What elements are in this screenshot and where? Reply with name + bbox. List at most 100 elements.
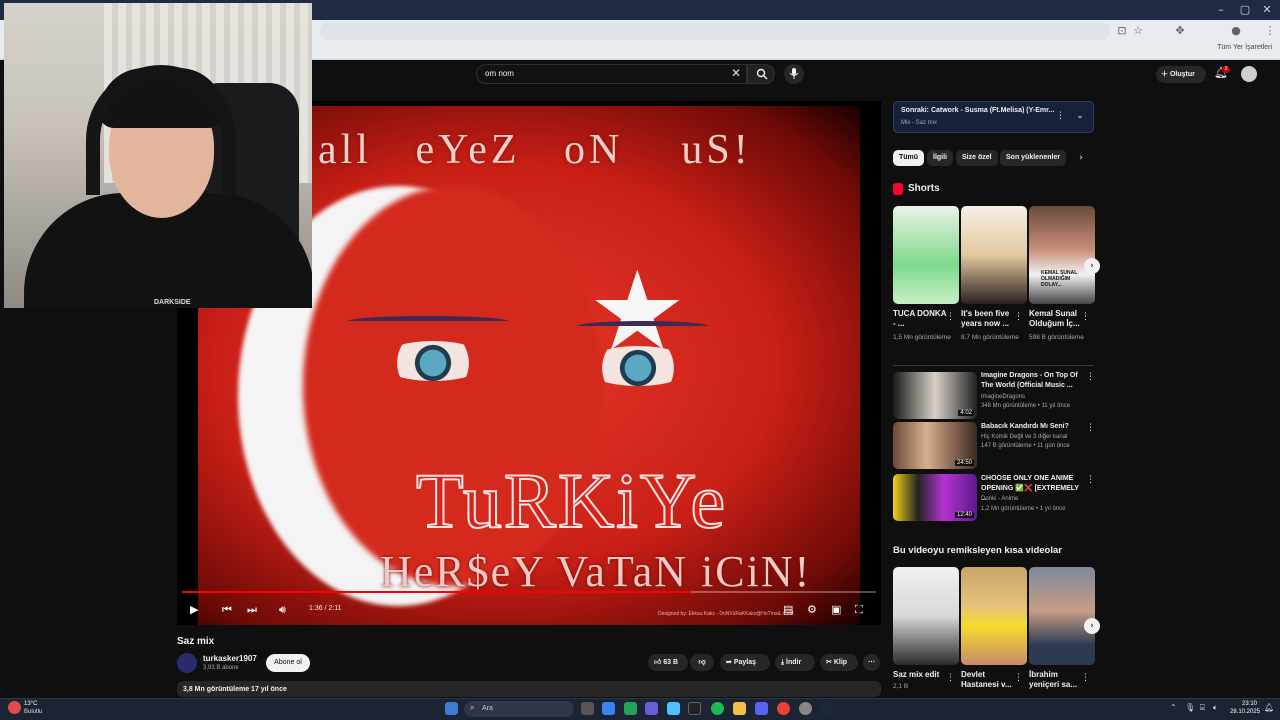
download-button[interactable]: ⤓ İndir: [775, 654, 815, 671]
shorts-next-arrow-icon[interactable]: ›: [1084, 258, 1100, 274]
video-thumbnail[interactable]: 24:50: [893, 422, 977, 469]
short-title[interactable]: Kemal Sunal Olduğum İç...: [1029, 309, 1085, 329]
video-more-icon[interactable]: ⋮: [1086, 475, 1095, 485]
dislike-button[interactable]: 👎︎: [690, 654, 714, 671]
chip-for-you[interactable]: Size özel: [956, 150, 998, 166]
settings-gear-icon[interactable]: ⚙: [807, 603, 817, 616]
remix-title[interactable]: Saz mix edit: [893, 670, 949, 680]
weather-temperature[interactable]: 13°C: [24, 701, 37, 707]
task-view-icon[interactable]: [581, 702, 594, 715]
chrome-icon[interactable]: [777, 702, 790, 715]
short-title[interactable]: It's been five years now ...: [961, 309, 1017, 329]
remix-thumbnail[interactable]: [961, 567, 1027, 665]
bookmark-star-icon[interactable]: ☆: [1130, 23, 1146, 39]
fullscreen-icon[interactable]: ⛶: [855, 603, 863, 617]
video-channel[interactable]: Hiç Komik Değil ve 3 diğer kanal: [981, 433, 1067, 442]
create-button[interactable]: ＋ Oluştur: [1156, 66, 1206, 83]
close-window-icon[interactable]: ✕: [1256, 2, 1278, 18]
video-more-icon[interactable]: ⋮: [1086, 423, 1095, 433]
discord-icon[interactable]: [755, 702, 768, 715]
short-more-icon[interactable]: ⋮: [1014, 312, 1023, 322]
remix-more-icon[interactable]: ⋮: [1081, 673, 1090, 683]
search-input[interactable]: [476, 64, 747, 84]
video-thumbnail[interactable]: 12:40: [893, 474, 977, 521]
short-more-icon[interactable]: ⋮: [946, 312, 955, 322]
short-thumbnail[interactable]: [893, 206, 959, 304]
time-display: 1:36 / 2:11: [309, 605, 342, 612]
install-app-icon[interactable]: ⊡: [1114, 23, 1130, 39]
teams-icon[interactable]: [645, 702, 658, 715]
chevron-right-icon[interactable]: ›: [1077, 153, 1085, 163]
remix-next-arrow-icon[interactable]: ›: [1084, 618, 1100, 634]
extensions-icon[interactable]: ✥: [1172, 23, 1188, 39]
more-actions-button[interactable]: ⋯: [863, 654, 880, 671]
copilot-icon[interactable]: [602, 702, 615, 715]
browser-menu-icon[interactable]: ⋮: [1262, 23, 1278, 39]
clear-search-icon[interactable]: ✕: [731, 66, 741, 80]
clip-button[interactable]: ✂ Klip: [820, 654, 858, 671]
file-explorer-icon[interactable]: [733, 702, 746, 715]
previous-icon[interactable]: ⏮: [222, 603, 232, 617]
share-label: Paylaş: [733, 659, 756, 666]
chip-all[interactable]: Tümü: [893, 150, 925, 166]
steam-icon[interactable]: [820, 702, 833, 715]
remix-title[interactable]: İbrahim yeniçeri sa...: [1029, 670, 1085, 690]
terminal-icon[interactable]: [688, 702, 701, 715]
taskbar-search[interactable]: [464, 701, 574, 717]
subtitles-icon[interactable]: ▤: [783, 603, 793, 616]
next-icon[interactable]: ⏭: [247, 603, 257, 617]
chip-related[interactable]: İlgili: [927, 150, 953, 166]
address-bar[interactable]: [320, 22, 1110, 40]
xbox-icon[interactable]: [624, 702, 637, 715]
mic-tray-icon[interactable]: 🎙︎: [1185, 703, 1195, 712]
play-icon[interactable]: ▶: [190, 603, 198, 616]
like-button[interactable]: 👍︎ 63 B: [648, 654, 688, 671]
clock-date[interactable]: 28.10.2025: [1230, 709, 1260, 715]
account-avatar[interactable]: [1241, 66, 1257, 82]
weather-icon[interactable]: [8, 701, 21, 714]
channel-avatar[interactable]: [177, 653, 197, 673]
tray-overflow-icon[interactable]: ⌃: [1170, 703, 1177, 712]
remix-more-icon[interactable]: ⋮: [946, 673, 955, 683]
video-title-link[interactable]: Imagine Dragons - On Top Of The World (O…: [981, 371, 1085, 391]
speaker-icon[interactable]: 🔈︎: [1213, 703, 1218, 713]
thumbs-down-icon: 👎︎: [698, 659, 706, 666]
share-button[interactable]: ➦ Paylaş: [720, 654, 770, 671]
video-more-icon[interactable]: ⋮: [1086, 372, 1095, 382]
remix-thumbnail[interactable]: [1029, 567, 1095, 665]
miniplayer-icon[interactable]: ▣: [831, 603, 841, 616]
short-more-icon[interactable]: ⋮: [1081, 312, 1090, 322]
remix-more-icon[interactable]: ⋮: [1014, 673, 1023, 683]
search-button[interactable]: [747, 64, 775, 84]
voice-search-button[interactable]: [784, 64, 804, 84]
weather-description[interactable]: Bulutlu: [24, 709, 42, 715]
video-title-link[interactable]: Babacık Kandırdı Mı Seni?: [981, 422, 1085, 432]
short-thumbnail[interactable]: [961, 206, 1027, 304]
all-bookmarks-link[interactable]: Tüm Yer İşaretleri: [1217, 44, 1272, 51]
video-channel[interactable]: Donki - Anime: [981, 495, 1018, 504]
profile-icon[interactable]: ●: [1228, 23, 1244, 39]
chip-recent[interactable]: Son yüklenenler: [1000, 150, 1067, 166]
network-icon[interactable]: ⌸: [1200, 703, 1205, 713]
mix-more-icon[interactable]: ⋮: [1056, 111, 1065, 121]
notification-center-icon[interactable]: 🔔︎: [1264, 703, 1274, 712]
video-duration: 4:02: [958, 410, 974, 416]
widget-icon[interactable]: [667, 702, 680, 715]
short-thumbnail[interactable]: KEMAL SUNAL OLMADIĞIM DOLAY...: [1029, 206, 1095, 304]
minimize-icon[interactable]: –: [1210, 2, 1232, 18]
video-thumbnail[interactable]: 4:02: [893, 372, 977, 419]
remix-thumbnail[interactable]: [893, 567, 959, 665]
taskbar-search-placeholder: Ara: [482, 705, 493, 712]
maximize-icon[interactable]: ▢: [1234, 2, 1256, 18]
video-channel[interactable]: ImagineDragons: [981, 393, 1025, 402]
volume-icon[interactable]: 🔊︎: [279, 603, 286, 617]
channel-name[interactable]: turkasker1907: [203, 654, 257, 663]
clock-time[interactable]: 23:10: [1242, 701, 1257, 707]
obs-icon[interactable]: [799, 702, 812, 715]
remix-title[interactable]: Devlet Hastanesi v...: [961, 670, 1017, 690]
subscribe-button[interactable]: Abone ol: [266, 654, 310, 672]
short-title[interactable]: TUCA DONKA - ...: [893, 309, 949, 329]
spotify-icon[interactable]: [711, 702, 724, 715]
windows-start-icon[interactable]: [445, 702, 458, 715]
chevron-down-icon[interactable]: ⌄: [1076, 111, 1084, 121]
